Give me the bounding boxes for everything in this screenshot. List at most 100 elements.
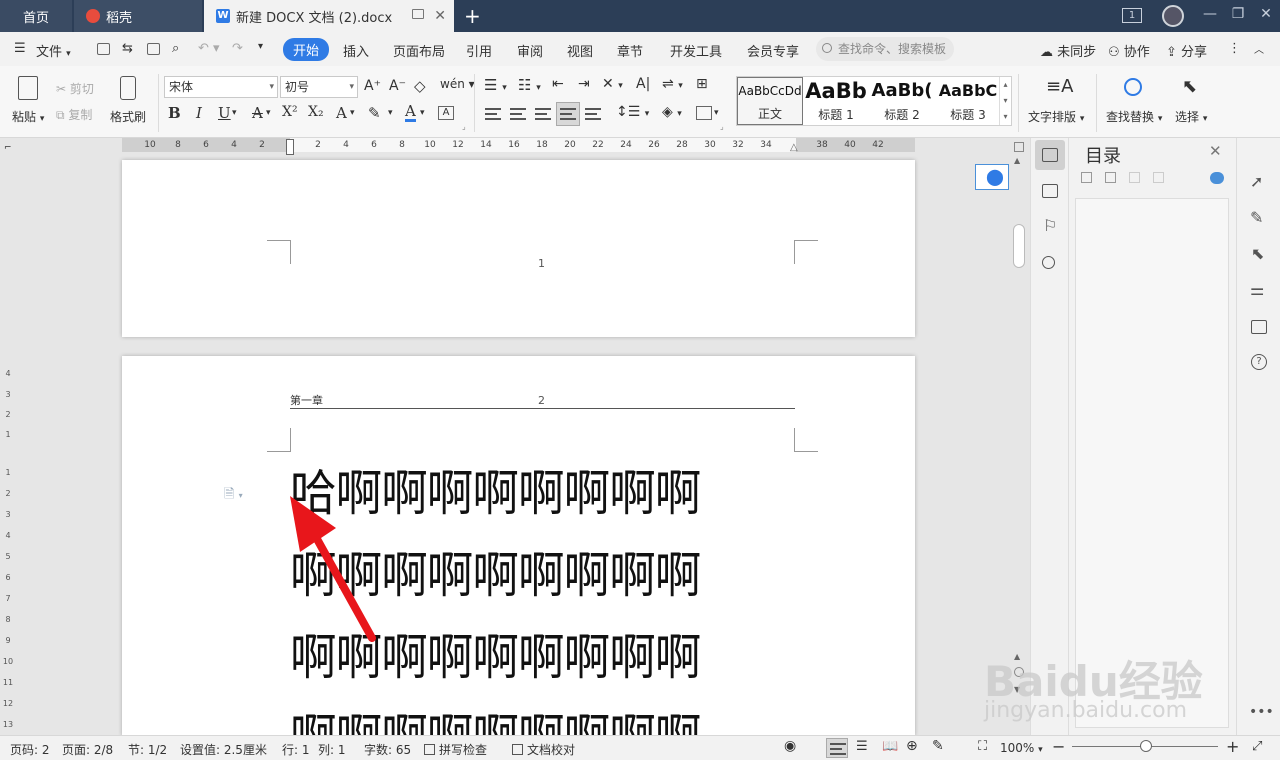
undo-icon[interactable]: ↶ ▾	[198, 41, 220, 56]
borders-icon[interactable]	[696, 106, 712, 120]
menu-member[interactable]: 会员专享	[747, 41, 799, 60]
more-menu-icon[interactable]: ⋮	[1228, 41, 1241, 56]
select-button[interactable]: 选择 ▾	[1175, 108, 1207, 125]
bullets-icon[interactable]: ☰ ▾	[484, 76, 507, 94]
close-window-icon[interactable]: ✕	[1256, 6, 1276, 22]
reading-view-icon[interactable]: 📖	[882, 739, 898, 754]
body-text-line[interactable]: 啊啊啊啊啊啊啊啊啊	[290, 630, 701, 686]
file-menu[interactable]: 文件 ▾	[36, 41, 71, 60]
monitor-icon[interactable]	[412, 9, 424, 19]
zoom-slider-thumb[interactable]	[1140, 740, 1152, 752]
page-1[interactable]: 1	[122, 160, 915, 337]
tab-daoke[interactable]: 稻壳	[74, 0, 202, 32]
text-effect-button[interactable]: A	[336, 104, 347, 122]
add-heading-icon[interactable]	[1129, 172, 1140, 183]
export-icon[interactable]: ⇆	[122, 41, 133, 56]
text-direction-icon[interactable]: A|	[636, 76, 650, 92]
section-nav-icon[interactable]	[1042, 184, 1058, 198]
collapse-all-icon[interactable]	[1105, 172, 1116, 183]
format-painter-button[interactable]: 格式刷	[110, 108, 146, 125]
search-icon[interactable]	[1042, 256, 1055, 269]
page-2[interactable]: 第一章 2 🗎 ▾ 哈啊啊啊啊啊啊啊啊 啊啊啊啊啊啊啊啊啊 啊啊啊啊啊啊啊啊啊 …	[122, 356, 915, 736]
sync-button[interactable]: ☁ 未同步	[1040, 41, 1096, 60]
distribute-icon[interactable]	[585, 108, 601, 120]
font-color-button[interactable]: A	[405, 103, 416, 122]
print-preview-icon[interactable]: ⌕	[172, 41, 179, 56]
paste-icon[interactable]	[18, 76, 38, 100]
hamburger-icon[interactable]: ☰	[14, 41, 26, 56]
indent-marker[interactable]	[286, 139, 294, 155]
borders-dropdown-icon[interactable]: ▾	[714, 108, 719, 118]
strikethrough-dropdown-icon[interactable]: ▾	[266, 108, 271, 118]
share-button[interactable]: ⇪ 分享	[1166, 41, 1207, 60]
clear-format-icon[interactable]: ◇	[414, 77, 426, 95]
close-tab-icon[interactable]: ✕	[434, 8, 446, 24]
help-icon[interactable]: ?	[1251, 354, 1267, 370]
new-tab-icon[interactable]: +	[464, 4, 481, 28]
underline-button[interactable]: U	[218, 104, 231, 122]
paste-button[interactable]: 粘贴 ▾	[12, 108, 44, 125]
char-border-icon[interactable]: A	[438, 106, 454, 120]
fullscreen-icon[interactable]: ⤢	[1252, 739, 1262, 754]
align-left-icon[interactable]	[485, 108, 501, 120]
format-painter-icon[interactable]	[120, 76, 136, 100]
menu-developer[interactable]: 开发工具	[670, 41, 722, 60]
font-color-dropdown-icon[interactable]: ▾	[420, 108, 425, 118]
sliders-icon[interactable]: ⚌	[1250, 280, 1264, 299]
style-heading-1[interactable]: AaBb 标题 1	[803, 77, 869, 125]
style-heading-2[interactable]: AaBb(标题 2	[869, 77, 935, 125]
decrease-indent-icon[interactable]: ⇤	[552, 76, 564, 92]
split-view-icon[interactable]	[1014, 142, 1024, 152]
fit-width-icon[interactable]: ⛶	[978, 739, 987, 754]
pen-icon[interactable]: ✎	[1250, 208, 1263, 227]
zoom-out-icon[interactable]: −	[1052, 737, 1065, 756]
numbering-icon[interactable]: ☷ ▾	[518, 76, 541, 94]
shading-icon[interactable]: ◈ ▾	[662, 104, 682, 120]
tab-stop-selector-icon[interactable]: ⌐	[4, 143, 12, 153]
write-view-icon[interactable]: ✎	[932, 738, 944, 754]
minimize-icon[interactable]: —	[1200, 6, 1220, 22]
zoom-in-icon[interactable]: +	[1226, 737, 1239, 756]
spell-check-button[interactable]: 拼写检查	[424, 741, 487, 758]
briefcase-icon[interactable]	[1251, 320, 1267, 334]
location-pin-button[interactable]: ⬤	[975, 164, 1009, 190]
col-status[interactable]: 列: 1	[318, 741, 346, 758]
menu-review[interactable]: 审阅	[517, 41, 543, 60]
scroll-thumb[interactable]	[1013, 224, 1025, 268]
remove-heading-icon[interactable]	[1153, 172, 1164, 183]
font-dialog-launcher-icon[interactable]: ⌟	[462, 122, 466, 131]
window-count-badge[interactable]: 1	[1122, 8, 1142, 23]
superscript-button[interactable]: X²	[282, 104, 298, 120]
tab-home[interactable]: 首页	[0, 0, 72, 32]
highlight-icon[interactable]: ✎	[368, 104, 381, 122]
strikethrough-button[interactable]: A	[252, 104, 263, 122]
menu-section[interactable]: 章节	[617, 41, 643, 60]
increase-indent-icon[interactable]: ⇥	[578, 76, 590, 92]
menu-start[interactable]: 开始	[283, 38, 330, 61]
body-text-line[interactable]: 啊啊啊啊啊啊啊啊啊	[290, 548, 701, 604]
save-icon[interactable]	[97, 43, 110, 55]
right-indent-marker[interactable]: △	[790, 142, 798, 153]
italic-button[interactable]: I	[196, 104, 202, 122]
align-center-icon[interactable]	[510, 108, 526, 120]
redo-icon[interactable]: ↷	[232, 41, 243, 56]
shrink-font-icon[interactable]: A⁻	[389, 78, 406, 94]
bold-button[interactable]: B	[168, 104, 181, 122]
rocket-icon[interactable]: ➚	[1250, 172, 1263, 191]
quick-access-dropdown-icon[interactable]: ▾	[258, 41, 263, 52]
paragraph-dialog-launcher-icon[interactable]: ⌟	[720, 122, 724, 131]
scroll-up-icon[interactable]: ▲	[1014, 156, 1020, 165]
text-layout-button[interactable]: 文字排版 ▾	[1028, 108, 1084, 125]
print-icon[interactable]	[147, 43, 160, 55]
font-name-select[interactable]: 宋体 ▾	[164, 76, 278, 98]
row-status[interactable]: 行: 1	[282, 741, 310, 758]
highlight-dropdown-icon[interactable]: ▾	[388, 108, 393, 118]
collapse-ribbon-icon[interactable]: ︿	[1254, 41, 1264, 56]
show-hide-marks-icon[interactable]: ⊞	[696, 76, 708, 92]
subscript-button[interactable]: X₂	[308, 104, 324, 120]
tab-document[interactable]: W 新建 DOCX 文档 (2).docx ✕	[204, 0, 454, 32]
find-replace-button[interactable]: 查找替换 ▾	[1106, 108, 1162, 125]
select-cursor-icon[interactable]: ⬉	[1182, 76, 1197, 97]
cut-button[interactable]: ✂ 剪切	[56, 80, 94, 97]
restore-icon[interactable]: ❐	[1228, 6, 1248, 22]
